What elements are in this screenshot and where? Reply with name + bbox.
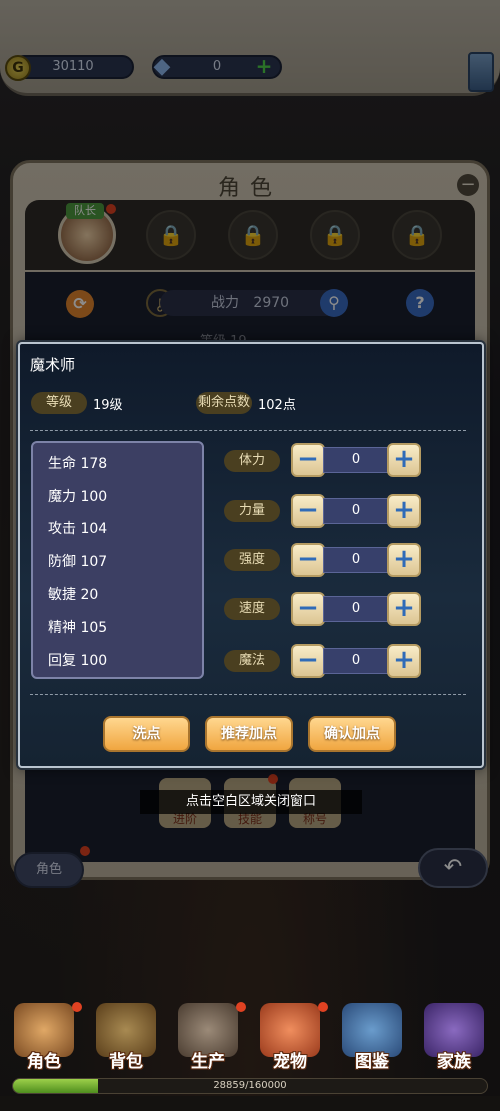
- level-value: 19级: [93, 398, 123, 413]
- close-hint: 点击空白区域关闭窗口: [140, 790, 362, 814]
- power-input[interactable]: 0: [323, 547, 389, 573]
- nav-pet[interactable]: 宠物: [256, 1003, 324, 1075]
- nav-family[interactable]: 家族: [420, 1003, 488, 1075]
- nav-label: 背包: [109, 1052, 143, 1072]
- bottom-strip: [0, 1096, 500, 1111]
- class-name: 魔术师: [30, 356, 76, 374]
- notification-dot: [72, 1002, 82, 1012]
- level-label: 等级: [31, 392, 87, 414]
- increase-stamina-button[interactable]: +: [387, 443, 421, 477]
- stat-agility: 敏捷 20: [48, 587, 99, 603]
- decrease-power-button[interactable]: −: [291, 543, 325, 577]
- stat-recovery: 回复 100: [48, 653, 108, 669]
- nav-label: 家族: [437, 1052, 471, 1072]
- recommend-points-button[interactable]: 推荐加点: [205, 716, 293, 752]
- divider: [30, 430, 466, 431]
- stat-spirit: 精神 105: [48, 620, 108, 636]
- increase-magic-button[interactable]: +: [387, 644, 421, 678]
- nav-label: 生产: [191, 1052, 225, 1072]
- stat-hp: 生命 178: [48, 456, 108, 472]
- strength-input[interactable]: 0: [323, 498, 389, 524]
- nav-backpack[interactable]: 背包: [92, 1003, 160, 1075]
- xp-text: 28859/160000: [213, 1080, 287, 1091]
- notification-dot: [236, 1002, 246, 1012]
- decrease-speed-button[interactable]: −: [291, 592, 325, 626]
- alloc-label-speed: 速度: [224, 598, 280, 620]
- decrease-strength-button[interactable]: −: [291, 494, 325, 528]
- stamina-input[interactable]: 0: [323, 447, 389, 473]
- stat-mp: 魔力 100: [48, 489, 108, 505]
- stat-attack: 攻击 104: [48, 521, 108, 537]
- alloc-label-stamina: 体力: [224, 450, 280, 472]
- alloc-label-strength: 力量: [224, 500, 280, 522]
- nav-label: 宠物: [273, 1052, 307, 1072]
- speed-input[interactable]: 0: [323, 596, 389, 622]
- confirm-points-button[interactable]: 确认加点: [308, 716, 396, 752]
- increase-strength-button[interactable]: +: [387, 494, 421, 528]
- decrease-magic-button[interactable]: −: [291, 644, 325, 678]
- nav-character[interactable]: 角色: [10, 1003, 78, 1075]
- increase-power-button[interactable]: +: [387, 543, 421, 577]
- nav-label: 角色: [27, 1052, 61, 1072]
- points-label: 剩余点数: [196, 392, 252, 414]
- decrease-stamina-button[interactable]: −: [291, 443, 325, 477]
- magic-input[interactable]: 0: [323, 648, 389, 674]
- increase-speed-button[interactable]: +: [387, 592, 421, 626]
- nav-label: 图鉴: [355, 1052, 389, 1072]
- alloc-label-power: 强度: [224, 549, 280, 571]
- notification-dot: [318, 1002, 328, 1012]
- alloc-label-magic: 魔法: [224, 650, 280, 672]
- reset-points-button[interactable]: 洗点: [103, 716, 190, 752]
- points-value: 102点: [258, 398, 296, 413]
- divider: [30, 694, 466, 695]
- stat-defense: 防御 107: [48, 554, 108, 570]
- nav-production[interactable]: 生产: [174, 1003, 242, 1075]
- nav-codex[interactable]: 图鉴: [338, 1003, 406, 1075]
